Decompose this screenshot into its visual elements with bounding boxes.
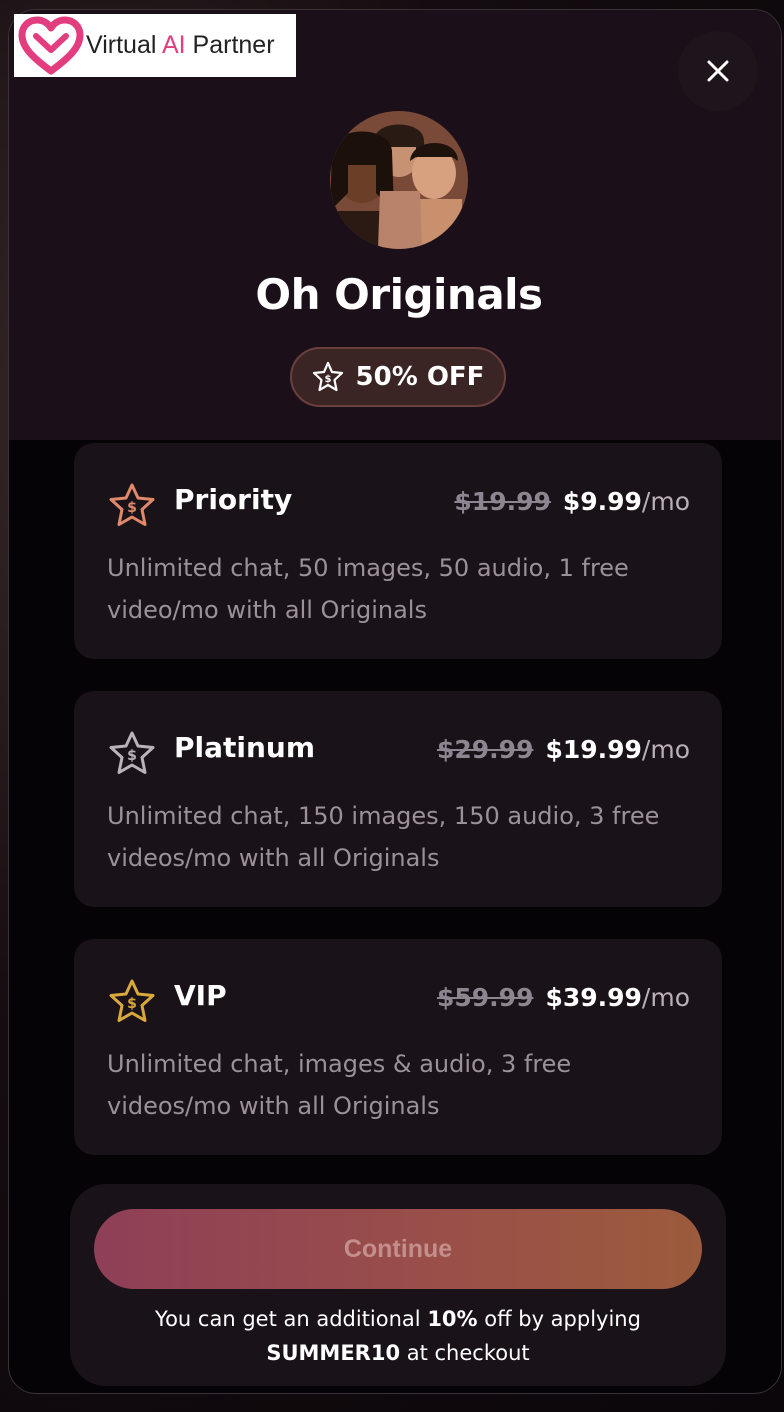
close-icon xyxy=(707,60,729,82)
price-period: /mo xyxy=(641,487,690,516)
brand-name: Virtual AI Partner xyxy=(86,31,275,59)
star-dollar-icon: $ xyxy=(109,979,155,1022)
old-price: $29.99 xyxy=(437,735,534,764)
promo-discount: 10% xyxy=(427,1307,478,1331)
plan-price: $19.99 $9.99/mo xyxy=(454,487,690,516)
old-price: $19.99 xyxy=(454,487,551,516)
svg-text:$: $ xyxy=(127,996,137,1012)
plan-description: Unlimited chat, 150 images, 150 audio, 3… xyxy=(107,802,660,872)
star-dollar-icon: $ xyxy=(312,361,343,392)
new-price: $39.99 xyxy=(545,983,642,1012)
plan-card-priority[interactable]: $ Priority $19.99 $9.99/mo Unlimited cha… xyxy=(74,443,722,659)
star-dollar-icon: $ xyxy=(109,483,155,526)
heart-logo-icon xyxy=(18,16,84,74)
svg-text:$: $ xyxy=(324,374,331,385)
originals-avatar xyxy=(330,111,468,249)
promo-code: SUMMER10 xyxy=(266,1341,401,1365)
old-price: $59.99 xyxy=(437,983,534,1012)
new-price: $9.99 xyxy=(562,487,642,516)
plan-card-vip[interactable]: $ VIP $59.99 $39.99/mo Unlimited chat, i… xyxy=(74,939,722,1155)
brand-logo: Virtual AI Partner xyxy=(14,14,296,77)
star-dollar-icon: $ xyxy=(109,731,155,774)
price-period: /mo xyxy=(641,735,690,764)
price-period: /mo xyxy=(641,983,690,1012)
plan-price: $29.99 $19.99/mo xyxy=(437,735,690,764)
plan-name: Platinum xyxy=(174,731,316,764)
continue-button[interactable]: Continue xyxy=(94,1209,702,1289)
plan-price: $59.99 $39.99/mo xyxy=(437,983,690,1012)
plan-description: Unlimited chat, 50 images, 50 audio, 1 f… xyxy=(107,554,629,624)
plan-name: Priority xyxy=(174,483,293,516)
discount-text: 50% OFF xyxy=(355,362,485,392)
svg-text:$: $ xyxy=(127,748,137,764)
promo-message: You can get an additional 10% off by app… xyxy=(155,1307,641,1365)
plan-card-platinum[interactable]: $ Platinum $29.99 $19.99/mo Unlimited ch… xyxy=(74,691,722,907)
plan-name: VIP xyxy=(174,979,227,1012)
close-button[interactable] xyxy=(678,31,758,111)
plan-description: Unlimited chat, images & audio, 3 free v… xyxy=(107,1050,572,1120)
svg-text:$: $ xyxy=(127,500,137,516)
new-price: $19.99 xyxy=(545,735,642,764)
page-title: Oh Originals xyxy=(255,270,543,319)
discount-badge: $ 50% OFF xyxy=(290,347,506,407)
